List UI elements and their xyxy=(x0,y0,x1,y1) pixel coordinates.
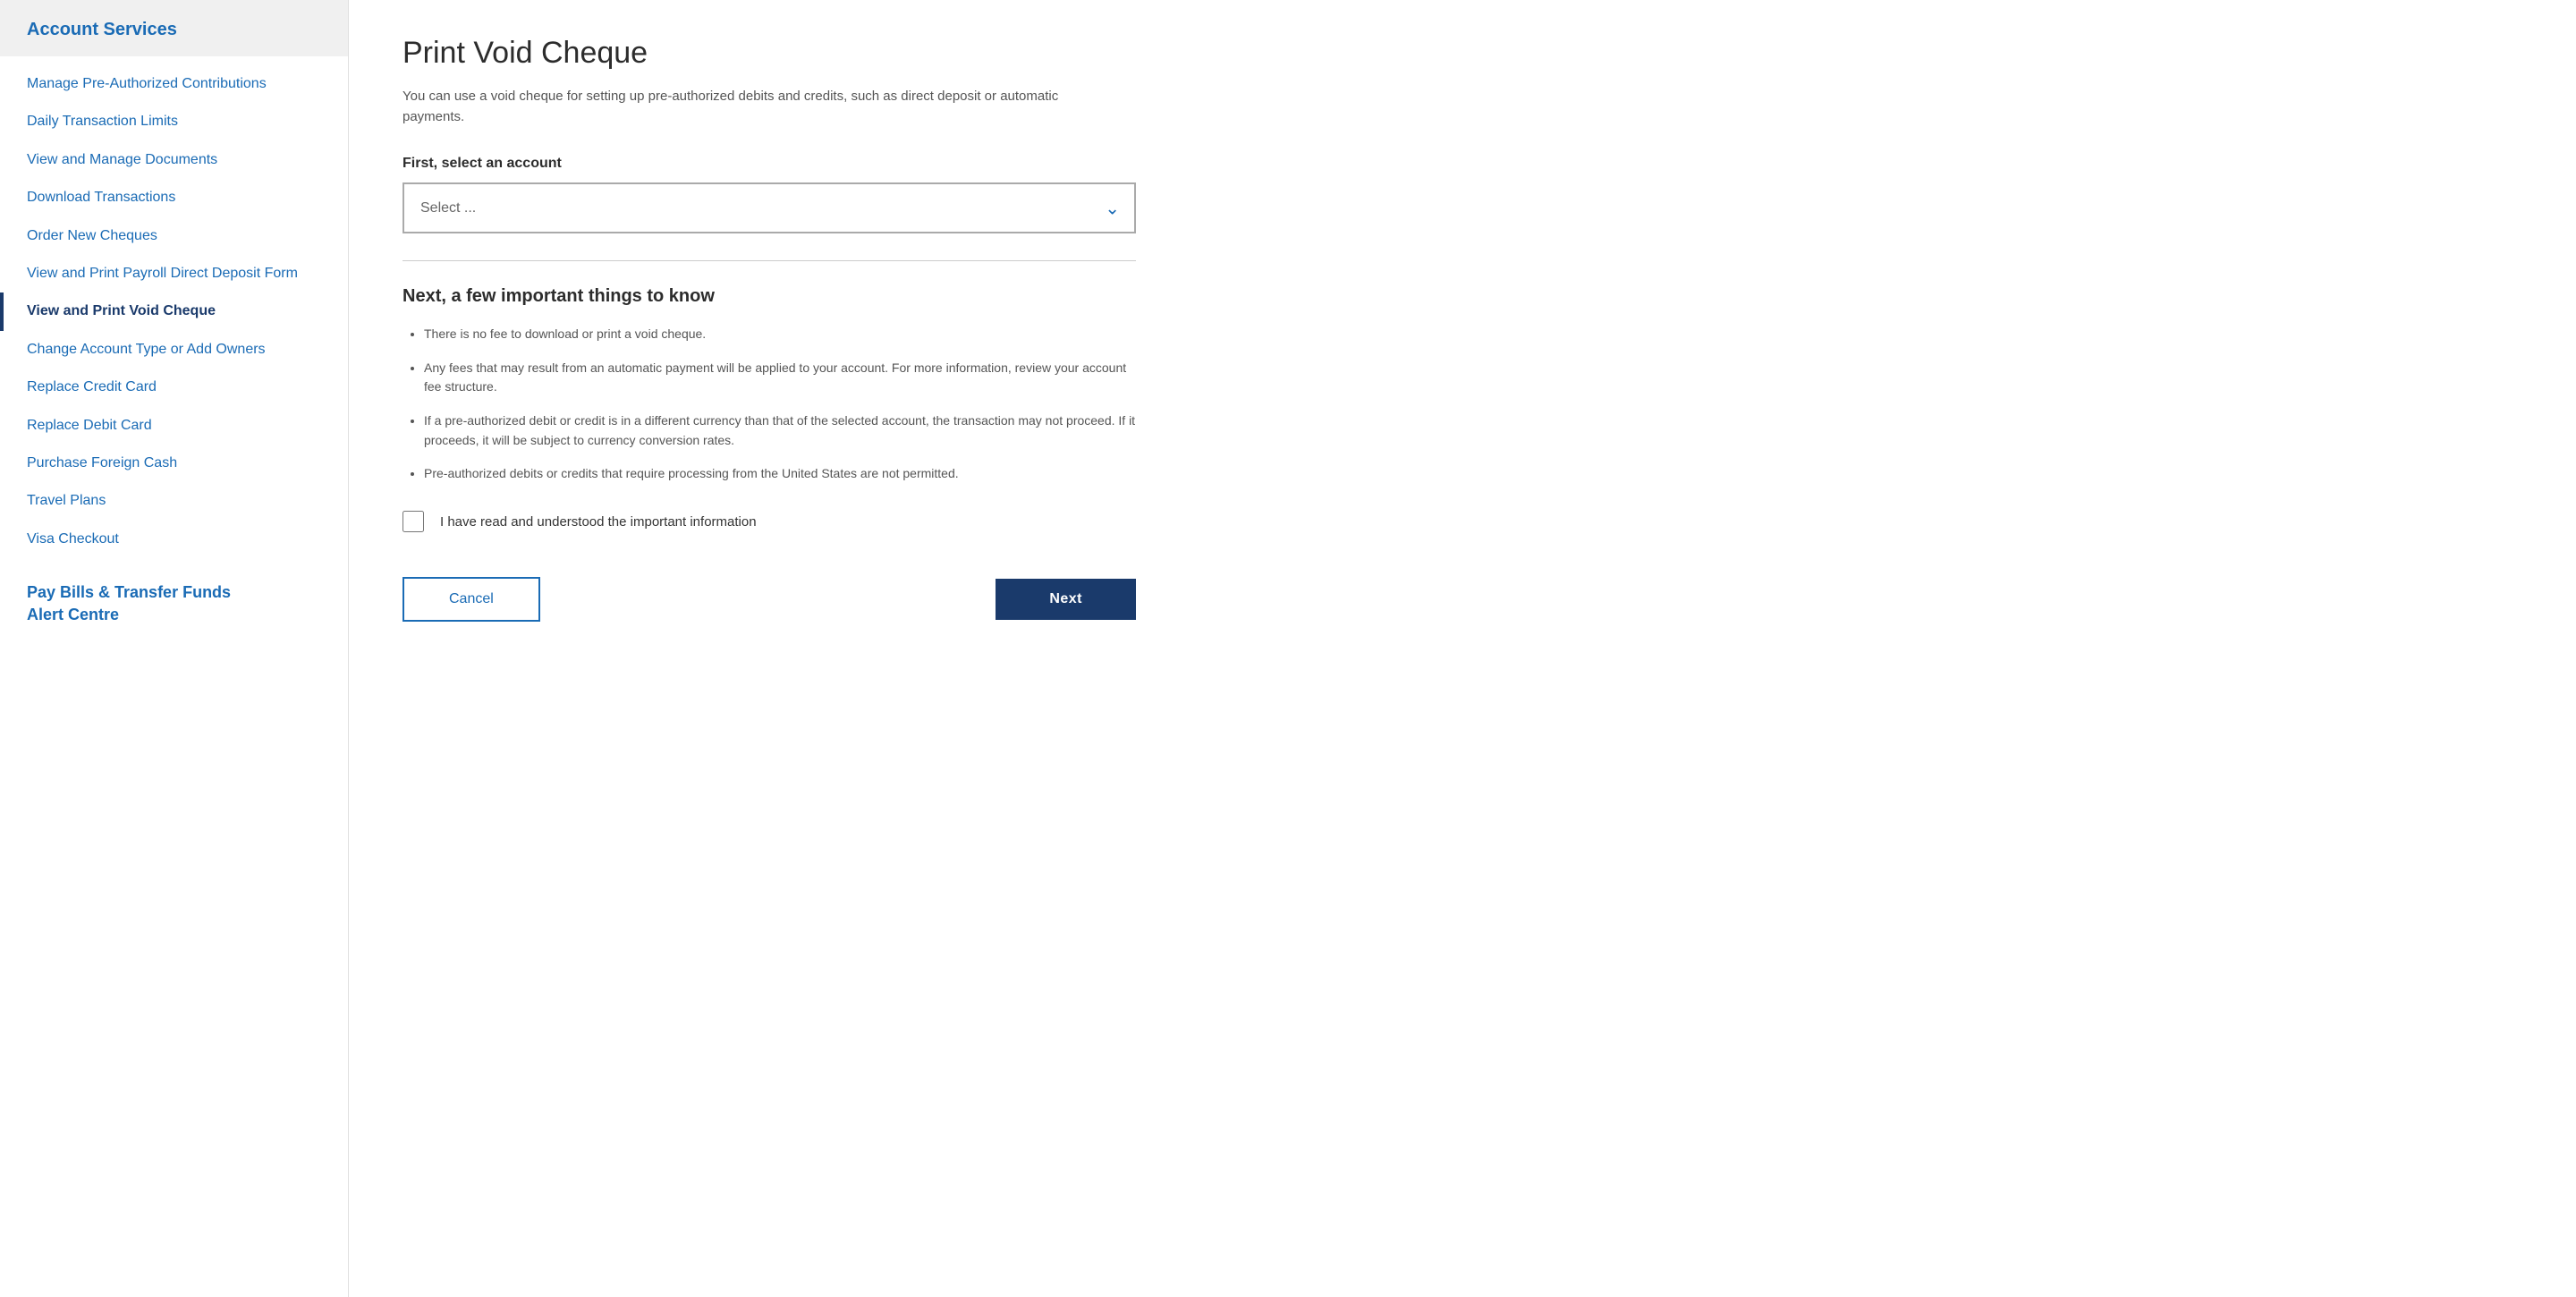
action-buttons: Cancel Next xyxy=(402,577,1136,622)
sidebar-nav-item[interactable]: Daily Transaction Limits xyxy=(0,103,348,140)
sidebar-footer-section-label[interactable]: Pay Bills & Transfer Funds xyxy=(27,583,321,602)
sidebar-nav-item[interactable]: Change Account Type or Add Owners xyxy=(0,331,348,369)
sidebar-nav-item[interactable]: Download Transactions xyxy=(0,179,348,216)
sidebar-nav-link[interactable]: Change Account Type or Add Owners xyxy=(0,331,348,369)
cancel-button[interactable]: Cancel xyxy=(402,577,540,622)
acknowledge-checkbox[interactable] xyxy=(402,511,424,532)
sidebar-nav-link[interactable]: View and Print Void Cheque xyxy=(4,292,348,330)
select-wrapper: Select ...Chequing AccountSavings Accoun… xyxy=(402,182,1136,233)
divider xyxy=(402,260,1136,261)
sidebar-nav-item[interactable]: Travel Plans xyxy=(0,482,348,520)
sidebar-section-title: Account Services xyxy=(0,0,348,56)
sidebar-nav-link[interactable]: Manage Pre-Authorized Contributions xyxy=(0,65,348,103)
main-content: Print Void Cheque You can use a void che… xyxy=(349,0,2576,1297)
sidebar-nav-item[interactable]: Visa Checkout xyxy=(0,521,348,558)
info-box: Next, a few important things to know The… xyxy=(402,286,1136,484)
sidebar-nav-item[interactable]: Order New Cheques xyxy=(0,217,348,255)
sidebar-nav-item[interactable]: View and Manage Documents xyxy=(0,141,348,179)
sidebar-nav-item[interactable]: Replace Debit Card xyxy=(0,407,348,445)
info-bullet: Pre-authorized debits or credits that re… xyxy=(424,464,1136,484)
page-container: Account Services Manage Pre-Authorized C… xyxy=(0,0,2576,1297)
sidebar-nav-link[interactable]: Daily Transaction Limits xyxy=(0,103,348,140)
sidebar-nav-link[interactable]: Replace Credit Card xyxy=(0,369,348,406)
select-account-label: First, select an account xyxy=(402,156,2522,172)
sidebar: Account Services Manage Pre-Authorized C… xyxy=(0,0,349,1297)
checkbox-row: I have read and understood the important… xyxy=(402,511,1136,532)
sidebar-footer-section-label[interactable]: Alert Centre xyxy=(27,606,321,624)
checkbox-label: I have read and understood the important… xyxy=(440,514,757,530)
account-select[interactable]: Select ...Chequing AccountSavings Accoun… xyxy=(402,182,1136,233)
sidebar-nav-item[interactable]: Manage Pre-Authorized Contributions xyxy=(0,65,348,103)
info-bullet: If a pre-authorized debit or credit is i… xyxy=(424,411,1136,450)
info-bullet: Any fees that may result from an automat… xyxy=(424,359,1136,397)
page-title: Print Void Cheque xyxy=(402,36,2522,71)
sidebar-nav-item[interactable]: Purchase Foreign Cash xyxy=(0,445,348,482)
sidebar-nav-link[interactable]: View and Manage Documents xyxy=(0,141,348,179)
sidebar-nav-link[interactable]: Purchase Foreign Cash xyxy=(0,445,348,482)
next-button[interactable]: Next xyxy=(996,579,1136,620)
sidebar-nav: Manage Pre-Authorized ContributionsDaily… xyxy=(0,56,348,567)
sidebar-nav-link[interactable]: Order New Cheques xyxy=(0,217,348,255)
sidebar-nav-item[interactable]: Replace Credit Card xyxy=(0,369,348,406)
info-box-title: Next, a few important things to know xyxy=(402,286,1136,307)
sidebar-nav-link[interactable]: Replace Debit Card xyxy=(0,407,348,445)
sidebar-footer: Pay Bills & Transfer Funds Alert Centre xyxy=(0,567,348,637)
page-description: You can use a void cheque for setting up… xyxy=(402,87,1082,127)
sidebar-nav-item[interactable]: View and Print Void Cheque xyxy=(0,292,348,330)
sidebar-nav-link[interactable]: Visa Checkout xyxy=(0,521,348,558)
sidebar-nav-link[interactable]: Download Transactions xyxy=(0,179,348,216)
sidebar-nav-item[interactable]: View and Print Payroll Direct Deposit Fo… xyxy=(0,255,348,292)
sidebar-nav-link[interactable]: View and Print Payroll Direct Deposit Fo… xyxy=(0,255,348,292)
sidebar-nav-link[interactable]: Travel Plans xyxy=(0,482,348,520)
info-bullet: There is no fee to download or print a v… xyxy=(424,325,1136,344)
info-list: There is no fee to download or print a v… xyxy=(402,325,1136,484)
